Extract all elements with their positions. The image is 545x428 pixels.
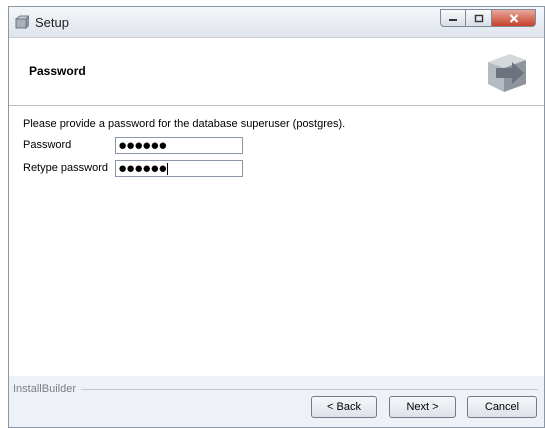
installbuilder-box-icon xyxy=(488,54,526,92)
minimize-icon xyxy=(449,19,457,21)
window-title: Setup xyxy=(35,15,69,30)
retype-password-input-value: ●●●●●● xyxy=(118,160,167,177)
next-button[interactable]: Next > xyxy=(389,396,456,418)
password-instructions: Please provide a password for the databa… xyxy=(23,118,346,130)
setup-app-icon xyxy=(15,15,29,29)
close-button[interactable] xyxy=(492,9,536,27)
title-bar[interactable]: Setup xyxy=(9,7,544,38)
password-input[interactable]: ●●●●●● xyxy=(115,137,243,154)
password-input-value: ●●●●●● xyxy=(118,137,167,154)
text-caret xyxy=(167,163,169,176)
cancel-button[interactable]: Cancel xyxy=(467,396,537,418)
maximize-button[interactable] xyxy=(466,9,492,27)
retype-password-label: Retype password xyxy=(23,162,108,174)
retype-password-input[interactable]: ●●●●●● xyxy=(115,160,243,177)
header-panel: Password xyxy=(9,38,544,106)
setup-window: Setup Password Please provide a password… xyxy=(8,6,545,428)
installbuilder-brand: InstallBuilder xyxy=(13,383,76,395)
content-area: Please provide a password for the databa… xyxy=(9,106,544,376)
page-title: Password xyxy=(29,64,86,78)
back-button[interactable]: < Back xyxy=(311,396,377,418)
footer-divider xyxy=(81,389,538,390)
window-controls xyxy=(440,9,536,27)
maximize-icon xyxy=(474,14,483,22)
password-label: Password xyxy=(23,139,72,151)
minimize-button[interactable] xyxy=(440,9,466,27)
close-icon xyxy=(509,13,518,23)
